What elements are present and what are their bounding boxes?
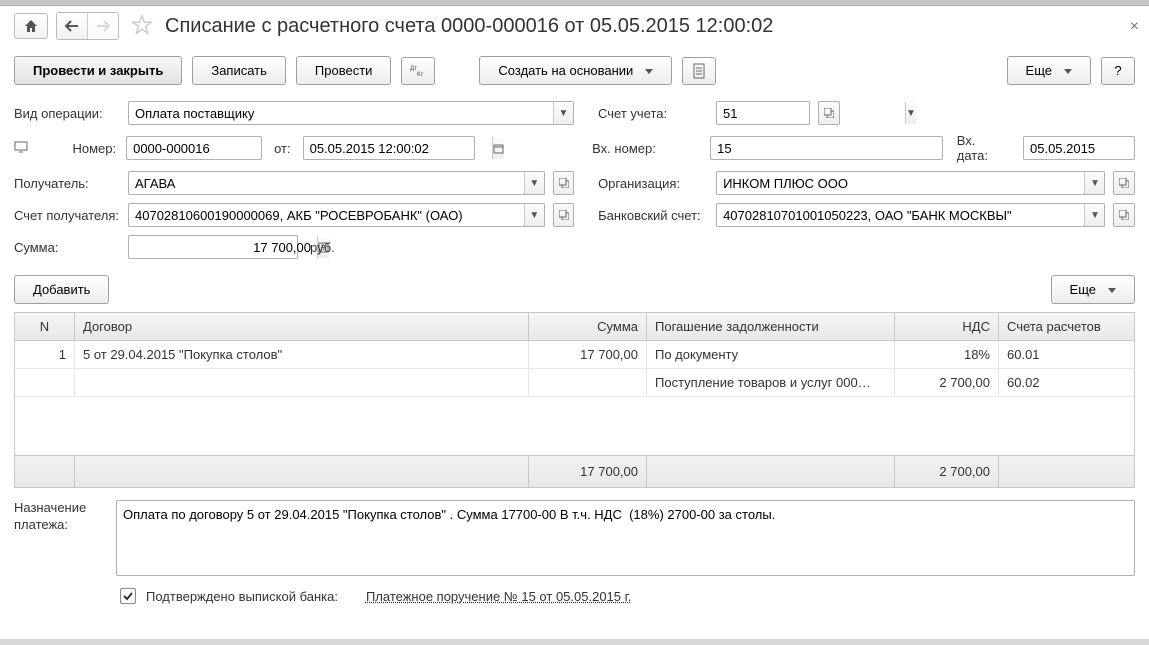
recipient-label: Получатель: bbox=[14, 176, 122, 191]
page-title: Списание с расчетного счета 0000-000016 … bbox=[165, 15, 773, 38]
col-sum[interactable]: Сумма bbox=[529, 313, 647, 340]
currency-label: руб. bbox=[304, 240, 335, 255]
svg-text:Дт: Дт bbox=[410, 66, 417, 72]
document-icon-button[interactable] bbox=[682, 57, 716, 85]
dropdown-icon[interactable]: ▼ bbox=[524, 204, 544, 226]
home-button[interactable] bbox=[14, 13, 48, 39]
payment-order-link[interactable]: Платежное поручение № 15 от 05.05.2015 г… bbox=[366, 589, 631, 604]
favorite-icon[interactable] bbox=[127, 14, 157, 39]
organization-label: Организация: bbox=[598, 176, 710, 191]
dropdown-icon[interactable]: ▼ bbox=[1084, 204, 1104, 226]
close-icon[interactable]: × bbox=[1130, 18, 1139, 36]
op-type-label: Вид операции: bbox=[14, 106, 122, 121]
post-button[interactable]: Провести bbox=[296, 56, 392, 85]
account-label: Счет учета: bbox=[598, 106, 710, 121]
dropdown-icon[interactable]: ▼ bbox=[553, 102, 573, 124]
more-button[interactable]: Еще bbox=[1007, 56, 1091, 85]
from-label: от: bbox=[268, 141, 297, 156]
table-more-button[interactable]: Еще bbox=[1051, 275, 1135, 304]
save-button[interactable]: Записать bbox=[192, 56, 286, 85]
svg-text:Кт: Кт bbox=[417, 72, 423, 78]
back-button[interactable] bbox=[57, 13, 88, 39]
payment-grid: N Договор Сумма Погашение задолженности … bbox=[14, 312, 1135, 488]
col-vat[interactable]: НДС bbox=[895, 313, 999, 340]
recipient-account-label: Счет получателя: bbox=[14, 208, 122, 223]
open-icon[interactable] bbox=[553, 171, 575, 195]
purpose-input[interactable] bbox=[116, 500, 1135, 576]
col-n[interactable]: N bbox=[15, 313, 75, 340]
open-icon[interactable] bbox=[1113, 203, 1135, 227]
bank-account-input[interactable] bbox=[717, 204, 1084, 226]
dropdown-icon[interactable]: ▼ bbox=[524, 172, 544, 194]
col-accounts[interactable]: Счета расчетов bbox=[999, 313, 1134, 340]
organization-input[interactable] bbox=[717, 172, 1084, 194]
in-date-label: Вх. дата: bbox=[949, 133, 1017, 163]
sum-label: Сумма: bbox=[14, 240, 122, 255]
help-button[interactable]: ? bbox=[1101, 57, 1135, 85]
in-number-label: Вх. номер: bbox=[592, 141, 704, 156]
dropdown-icon[interactable]: ▼ bbox=[1084, 172, 1104, 194]
purpose-label: Назначение платежа: bbox=[14, 500, 104, 576]
screen-icon bbox=[14, 141, 28, 156]
number-label: Номер: bbox=[34, 141, 120, 156]
calendar-icon[interactable] bbox=[492, 137, 504, 159]
date-input[interactable] bbox=[304, 137, 492, 159]
add-row-button[interactable]: Добавить bbox=[14, 275, 109, 304]
open-icon[interactable] bbox=[1113, 171, 1135, 195]
recipient-account-input[interactable] bbox=[129, 204, 524, 226]
dtct-button[interactable]: ДтКт bbox=[401, 57, 435, 85]
open-icon[interactable] bbox=[818, 101, 840, 125]
in-number-input[interactable] bbox=[711, 137, 942, 159]
create-based-button[interactable]: Создать на основании bbox=[479, 56, 672, 85]
dropdown-icon[interactable]: ▼ bbox=[905, 102, 916, 124]
confirmed-label: Подтверждено выпиской банка: bbox=[146, 589, 338, 604]
confirmed-checkbox[interactable] bbox=[120, 588, 136, 604]
open-icon[interactable] bbox=[553, 203, 575, 227]
bank-account-label: Банковский счет: bbox=[598, 208, 710, 223]
forward-button[interactable] bbox=[88, 13, 118, 39]
post-and-close-button[interactable]: Провести и закрыть bbox=[14, 56, 182, 85]
account-input[interactable] bbox=[717, 102, 905, 124]
col-debt[interactable]: Погашение задолженности bbox=[647, 313, 895, 340]
recipient-input[interactable] bbox=[129, 172, 524, 194]
in-date-input[interactable] bbox=[1024, 137, 1149, 159]
sum-input[interactable] bbox=[129, 236, 317, 258]
col-contract[interactable]: Договор bbox=[75, 313, 529, 340]
op-type-input[interactable] bbox=[129, 102, 553, 124]
table-row[interactable]: 1 5 от 29.04.2015 "Покупка столов" 17 70… bbox=[15, 341, 1134, 369]
table-row[interactable]: Поступление товаров и услуг 000… 2 700,0… bbox=[15, 369, 1134, 397]
